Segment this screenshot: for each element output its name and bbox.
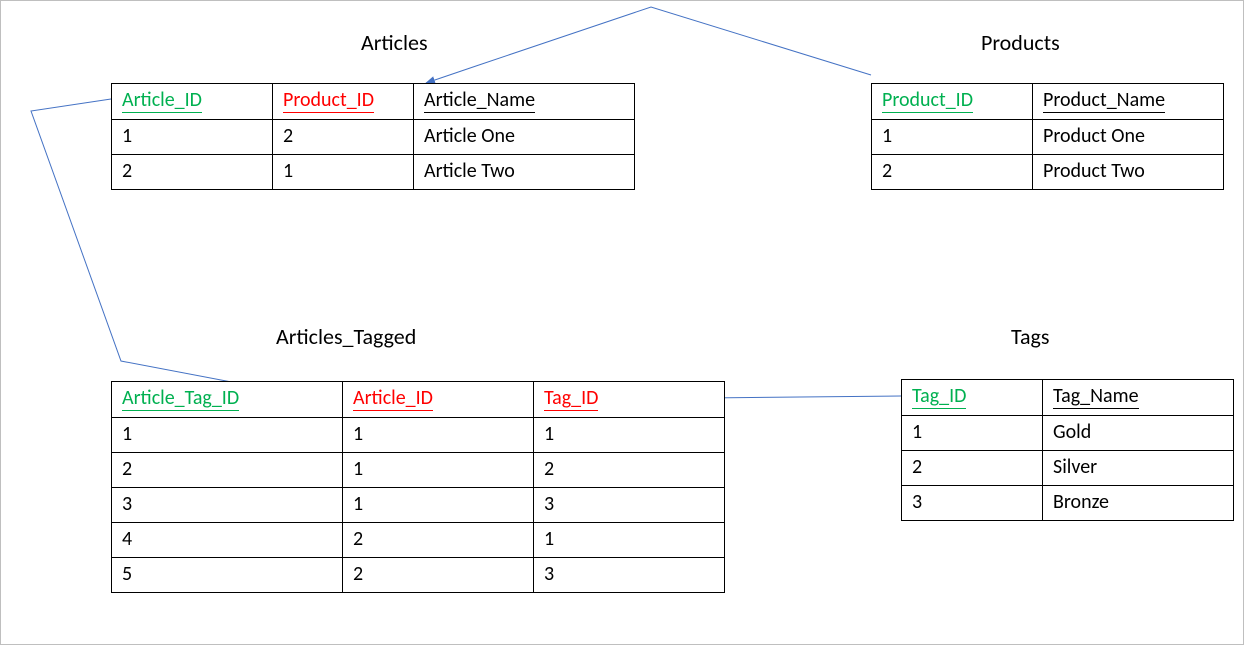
title-articles: Articles [361,29,428,56]
table-products: Product_ID Product_Name 1 Product One 2 … [871,83,1224,190]
table-header: Product_ID Product_Name [872,84,1224,120]
cell: 1 [112,120,273,155]
cell: Bronze [1043,486,1234,521]
col-product-name: Product_Name [1043,88,1165,113]
table-row: 1 Gold [902,416,1234,451]
cell: 2 [534,453,725,488]
col-article-id: Article_ID [122,88,202,113]
table-articles-tagged: Article_Tag_ID Article_ID Tag_ID 1 1 1 2… [111,381,725,593]
table-header: Article_ID Product_ID Article_Name [112,84,635,120]
title-articles-tagged: Articles_Tagged [276,323,416,350]
col-product-id: Product_ID [882,88,973,113]
col-tag-id: Tag_ID [912,384,966,409]
cell: 1 [273,155,414,190]
cell: 3 [534,488,725,523]
cell: 1 [872,120,1033,155]
cell: 3 [534,558,725,593]
col-product-id: Product_ID [283,88,374,113]
table-row: 2 Product Two [872,155,1224,190]
col-tag-id: Tag_ID [544,386,598,411]
table-row: 1 2 Article One [112,120,635,155]
table-row: 2 Silver [902,451,1234,486]
table-row: 5 2 3 [112,558,725,593]
table-row: 2 1 2 [112,453,725,488]
cell: 5 [112,558,343,593]
cell: 1 [343,418,534,453]
table-row: 1 1 1 [112,418,725,453]
col-article-tag-id: Article_Tag_ID [122,386,239,411]
cell: 2 [112,453,343,488]
arrow-products-to-articles [426,7,871,83]
table-row: 3 1 3 [112,488,725,523]
cell: 1 [902,416,1043,451]
cell: 1 [534,523,725,558]
cell: 1 [343,453,534,488]
cell: Article One [414,120,635,155]
table-row: 4 2 1 [112,523,725,558]
table-header: Article_Tag_ID Article_ID Tag_ID [112,382,725,418]
col-tag-name: Tag_Name [1053,384,1139,409]
cell: Silver [1043,451,1234,486]
cell: 4 [112,523,343,558]
title-products: Products [981,29,1060,56]
cell: 1 [112,418,343,453]
col-article-id: Article_ID [353,386,433,411]
table-row: 1 Product One [872,120,1224,155]
cell: Article Two [414,155,635,190]
table-row: 2 1 Article Two [112,155,635,190]
cell: 3 [902,486,1043,521]
table-header: Tag_ID Tag_Name [902,380,1234,416]
cell: 2 [273,120,414,155]
cell: Product One [1033,120,1224,155]
col-article-name: Article_Name [424,88,535,113]
cell: 2 [872,155,1033,190]
cell: 2 [343,523,534,558]
cell: Gold [1043,416,1234,451]
er-diagram-canvas: Articles Products Articles_Tagged Tags A… [0,0,1244,645]
cell: Product Two [1033,155,1224,190]
cell: 1 [343,488,534,523]
title-tags: Tags [1011,323,1050,350]
cell: 1 [534,418,725,453]
cell: 2 [343,558,534,593]
cell: 2 [902,451,1043,486]
cell: 3 [112,488,343,523]
table-row: 3 Bronze [902,486,1234,521]
table-tags: Tag_ID Tag_Name 1 Gold 2 Silver 3 Bronze [901,379,1234,521]
cell: 2 [112,155,273,190]
table-articles: Article_ID Product_ID Article_Name 1 2 A… [111,83,635,190]
